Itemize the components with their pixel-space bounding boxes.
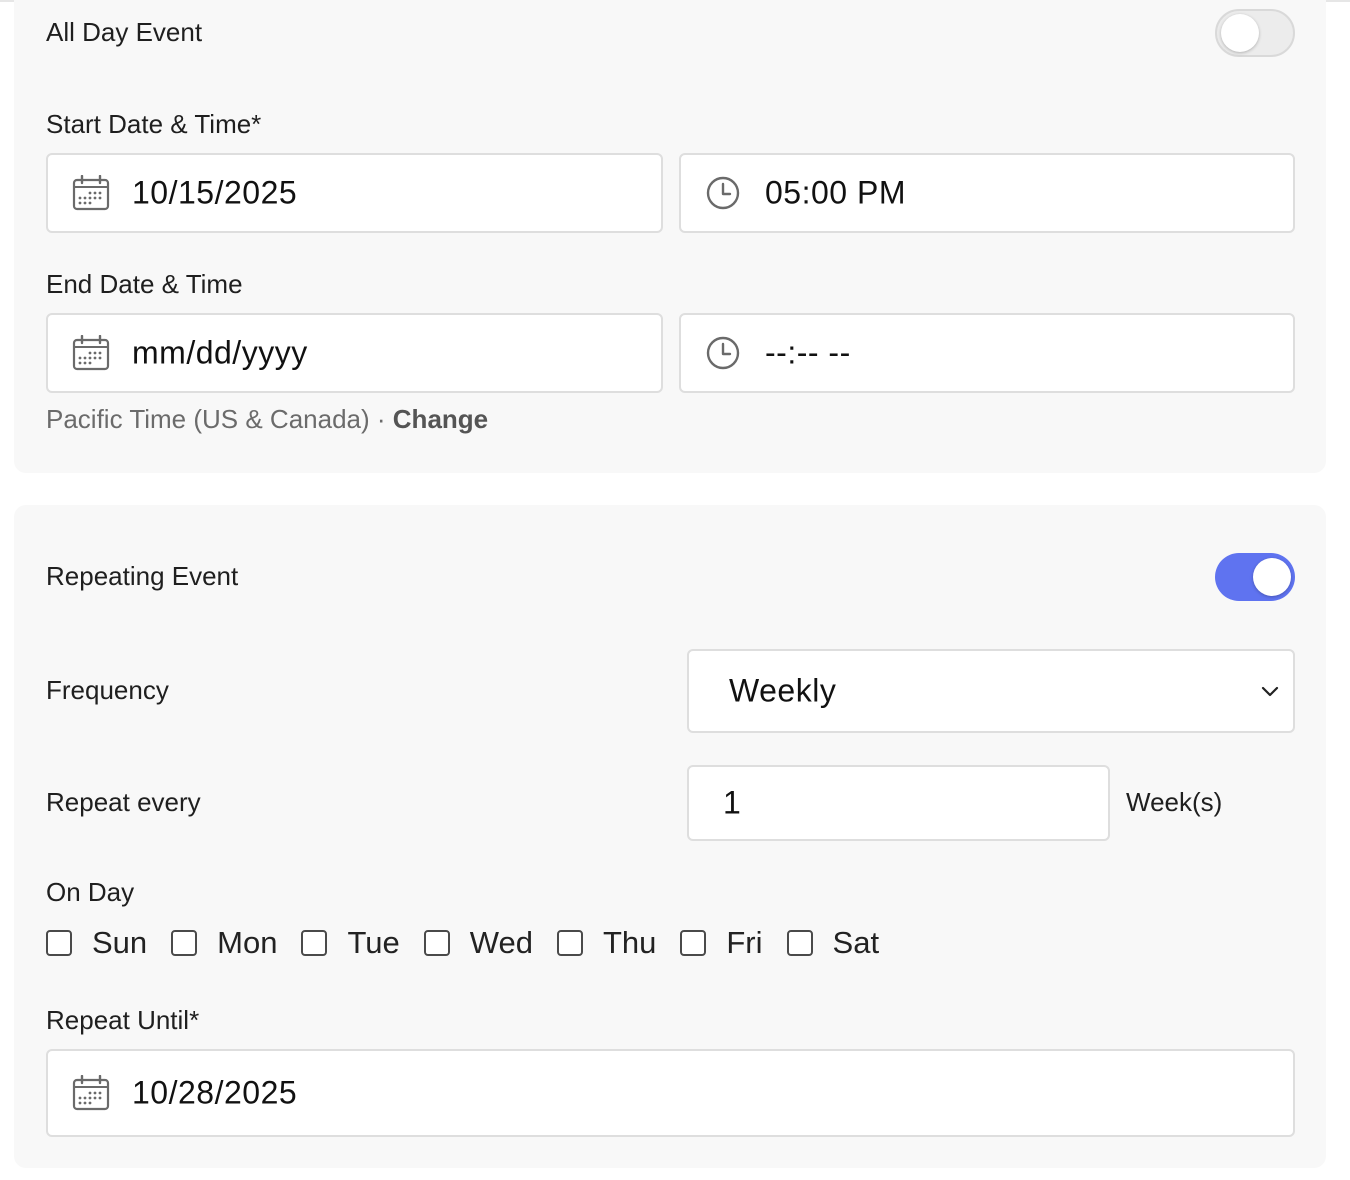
timezone-separator: · [369,404,393,434]
checkbox[interactable] [680,930,707,956]
day-option-thu[interactable]: Thu [556,925,657,961]
checkbox[interactable] [46,930,72,956]
start-time-input[interactable]: 05:00 PM [679,153,1295,233]
datetime-card: All Day Event Start Date & Time* 10/15/2… [14,0,1326,473]
start-date-value: 10/15/2025 [132,174,298,211]
calendar-icon [72,335,110,371]
checkbox[interactable] [556,930,583,956]
day-option-wed[interactable]: Wed [423,925,533,961]
chevron-down-icon [1261,685,1279,697]
all-day-toggle[interactable] [1215,9,1295,57]
checkbox[interactable] [301,930,328,956]
on-day-checkbox-row: Sun Mon Tue Wed Thu Fri Sat [46,925,903,961]
repeat-every-unit: Week(s) [1126,787,1223,817]
all-day-label: All Day Event [46,17,203,47]
start-time-value: 05:00 PM [765,174,906,211]
end-date-input[interactable]: mm/dd/yyyy [46,313,663,393]
end-time-input[interactable]: --:-- -- [679,313,1295,393]
clock-icon [705,335,741,371]
calendar-icon [72,1075,110,1111]
start-datetime-label: Start Date & Time* [46,109,262,139]
checkbox[interactable] [171,930,198,956]
repeat-until-date-value: 10/28/2025 [132,1074,298,1111]
day-label: Thu [602,925,657,960]
repeat-every-value: 1 [723,784,742,821]
change-timezone-link[interactable]: Change [393,404,488,434]
day-option-mon[interactable]: Mon [171,925,277,961]
day-option-sat[interactable]: Sat [786,925,880,961]
checkbox[interactable] [423,930,450,956]
day-option-fri[interactable]: Fri [680,925,763,961]
frequency-selected-value: Weekly [729,672,837,709]
calendar-icon [72,175,110,211]
toggle-knob [1221,14,1259,52]
toggle-knob [1253,558,1291,596]
clock-icon [705,175,741,211]
day-label: Sat [832,925,880,960]
end-time-placeholder: --:-- -- [765,334,851,371]
frequency-label: Frequency [46,675,169,705]
frequency-select[interactable]: Weekly [687,649,1295,733]
end-date-placeholder: mm/dd/yyyy [132,334,308,371]
day-label: Tue [347,925,400,960]
timezone-text: Pacific Time (US & Canada) [46,404,370,434]
day-label: Fri [726,925,763,960]
start-date-input[interactable]: 10/15/2025 [46,153,663,233]
checkbox[interactable] [786,930,813,956]
day-label: Wed [469,925,533,960]
repeat-every-input[interactable]: 1 [687,765,1110,841]
repeating-event-toggle[interactable] [1215,553,1295,601]
repeating-card: Repeating Event Frequency Weekly Repeat … [14,505,1326,1168]
repeat-until-label: Repeat Until* [46,1005,200,1035]
day-option-tue[interactable]: Tue [301,925,400,961]
repeat-every-label: Repeat every [46,787,201,817]
on-day-label: On Day [46,877,135,907]
repeating-event-label: Repeating Event [46,561,239,591]
timezone-line: Pacific Time (US & Canada) · Change [46,404,488,435]
day-option-sun[interactable]: Sun [46,925,147,961]
end-datetime-label: End Date & Time [46,269,243,299]
repeat-until-date-input[interactable]: 10/28/2025 [46,1049,1295,1137]
day-label: Sun [92,925,148,960]
day-label: Mon [217,925,278,960]
